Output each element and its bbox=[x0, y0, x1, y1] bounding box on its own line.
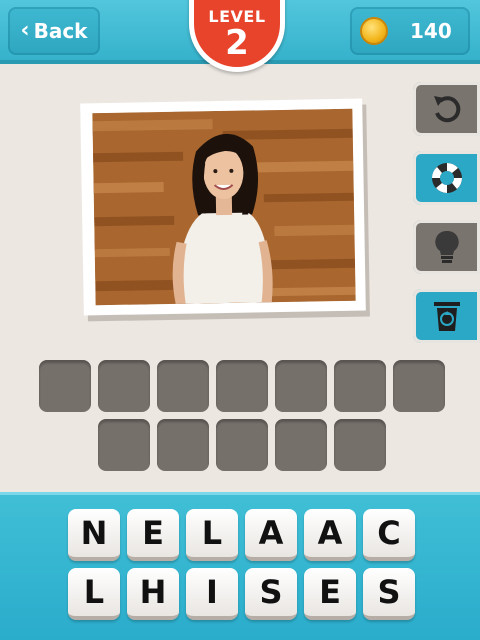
answer-slot[interactable] bbox=[39, 360, 91, 412]
letter-row-1: NELAAC bbox=[68, 509, 415, 561]
answer-slot[interactable] bbox=[157, 360, 209, 412]
answer-slot[interactable] bbox=[334, 360, 386, 412]
answer-slot[interactable] bbox=[275, 360, 327, 412]
letter-tile[interactable]: A bbox=[245, 509, 297, 561]
undo-button[interactable] bbox=[413, 82, 480, 136]
undo-icon bbox=[433, 96, 460, 123]
letter-tile[interactable]: S bbox=[363, 568, 415, 620]
answer-slot[interactable] bbox=[157, 419, 209, 471]
letter-tile[interactable]: I bbox=[186, 568, 238, 620]
remove-letters-button[interactable] bbox=[413, 289, 480, 343]
level-number: 2 bbox=[225, 23, 249, 63]
letter-tile[interactable]: H bbox=[127, 568, 179, 620]
trash-icon bbox=[433, 302, 460, 331]
answer-slot[interactable] bbox=[98, 360, 150, 412]
answer-slot[interactable] bbox=[216, 419, 268, 471]
letter-tile[interactable]: S bbox=[245, 568, 297, 620]
lightbulb-icon bbox=[434, 230, 459, 263]
coin-balance[interactable]: 140 bbox=[350, 7, 470, 55]
letter-tile[interactable]: N bbox=[68, 509, 120, 561]
letter-tile[interactable]: E bbox=[304, 568, 356, 620]
lifebuoy-icon bbox=[431, 163, 462, 193]
lifebuoy-button[interactable] bbox=[413, 151, 480, 205]
celebrity-photo bbox=[92, 108, 356, 306]
answer-slot[interactable] bbox=[216, 360, 268, 412]
letter-tile[interactable]: L bbox=[68, 568, 120, 620]
answer-row-1 bbox=[39, 360, 445, 412]
letter-tile[interactable]: C bbox=[363, 509, 415, 561]
letter-tile[interactable]: L bbox=[186, 509, 238, 561]
letter-tile[interactable]: E bbox=[127, 509, 179, 561]
chevron-left-icon: ‹ bbox=[20, 18, 30, 43]
coin-count: 140 bbox=[410, 19, 452, 43]
letter-row-2: LHISES bbox=[68, 568, 415, 620]
back-button-label: Back bbox=[33, 19, 88, 43]
back-button[interactable]: ‹ Back bbox=[8, 7, 100, 55]
answer-slot[interactable] bbox=[275, 419, 327, 471]
answer-row-2 bbox=[98, 419, 386, 471]
hint-button[interactable] bbox=[413, 220, 480, 274]
letter-tile[interactable]: A bbox=[304, 509, 356, 561]
answer-slot[interactable] bbox=[334, 419, 386, 471]
answer-slot[interactable] bbox=[393, 360, 445, 412]
answer-slot[interactable] bbox=[98, 419, 150, 471]
photo-frame bbox=[80, 98, 366, 316]
coin-icon bbox=[360, 17, 388, 45]
